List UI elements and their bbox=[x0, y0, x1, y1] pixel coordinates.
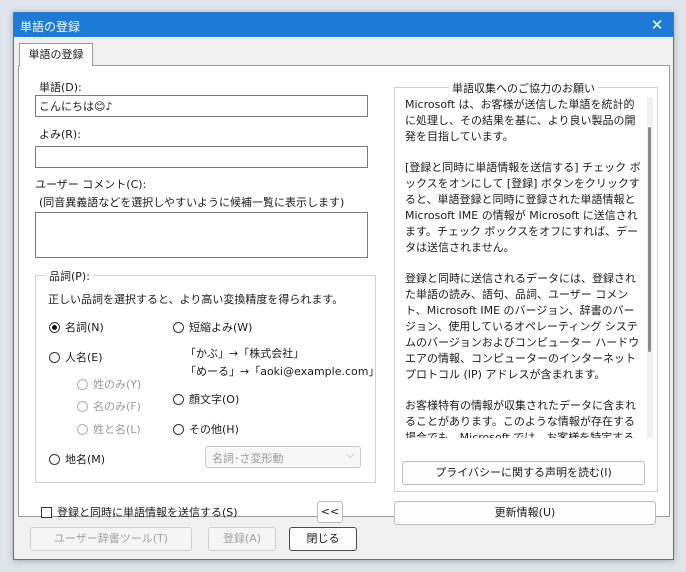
notice-scrollbar[interactable] bbox=[647, 97, 653, 438]
radio-other[interactable]: その他(H) bbox=[173, 421, 239, 437]
send-word-checkbox-label: 登録と同時に単語情報を送信する(S) bbox=[57, 506, 238, 519]
notice-paragraph: お客様特有の情報が収集されたデータに含まれることがあります。このような情報が存在… bbox=[405, 399, 636, 438]
tab-register-word[interactable]: 単語の登録 bbox=[19, 43, 93, 66]
radio-emoticon-label: 顔文字(O) bbox=[189, 393, 240, 406]
reading-input[interactable] bbox=[35, 146, 368, 168]
radio-other-label: その他(H) bbox=[189, 423, 239, 436]
notice-text: Microsoft は、お客様が送信した単語を統計的に処理し、その結果を基に、よ… bbox=[405, 97, 643, 438]
radio-noun-label: 名詞(N) bbox=[65, 321, 104, 334]
pos-description: 正しい品詞を選択すると、より高い変換精度を得られます。 bbox=[48, 293, 344, 306]
radio-place-label: 地名(M) bbox=[65, 453, 106, 466]
scrollbar-thumb[interactable] bbox=[648, 127, 651, 352]
send-word-checkbox[interactable]: 登録と同時に単語情報を送信する(S) bbox=[41, 504, 238, 520]
user-dictionary-tool-button[interactable]: ユーザー辞書ツール(T) bbox=[30, 527, 192, 551]
comment-hint: (同音異義語などを選択しやすいように候補一覧に表示します) bbox=[39, 196, 345, 209]
radio-noun[interactable]: 名詞(N) bbox=[49, 319, 104, 335]
radio-icon bbox=[49, 351, 60, 363]
radio-person[interactable]: 人名(E) bbox=[49, 349, 103, 365]
other-pos-select[interactable]: 名詞･さ変形動 ⌵ bbox=[205, 446, 361, 468]
word-label: 単語(D): bbox=[39, 81, 82, 94]
radio-abbreviation[interactable]: 短縮よみ(W) bbox=[173, 319, 252, 335]
close-icon[interactable]: ✕ bbox=[645, 15, 669, 35]
notice-legend: 単語収集へのご協力のお願い bbox=[449, 80, 598, 96]
radio-icon bbox=[77, 400, 88, 412]
register-word-dialog: 単語の登録 ✕ 単語の登録 単語(D): こんにちは😊♪ よみ(R): ユーザー… bbox=[13, 12, 674, 560]
notice-paragraph: [登録と同時に単語情報を送信する] チェック ボックスをオンにして [登録] ボ… bbox=[405, 161, 641, 254]
radio-emoticon[interactable]: 顔文字(O) bbox=[173, 391, 239, 407]
chevron-down-icon: ⌵ bbox=[346, 450, 354, 461]
checkbox-icon bbox=[41, 506, 52, 518]
radio-selected-icon bbox=[49, 321, 60, 333]
radio-icon bbox=[173, 393, 184, 405]
radio-icon bbox=[77, 423, 88, 435]
radio-place[interactable]: 地名(M) bbox=[49, 451, 105, 467]
radio-surname-label: 姓のみ(Y) bbox=[93, 378, 142, 391]
radio-abbreviation-label: 短縮よみ(W) bbox=[189, 321, 253, 334]
reading-label: よみ(R): bbox=[39, 128, 81, 141]
notice-paragraph: 登録と同時に送信されるデータには、登録された単語の読み、語句、品詞、ユーザー コ… bbox=[405, 272, 640, 381]
radio-icon bbox=[49, 453, 60, 465]
close-button[interactable]: 閉じる bbox=[289, 527, 357, 551]
comment-label: ユーザー コメント(C): bbox=[35, 178, 147, 191]
register-button[interactable]: 登録(A) bbox=[208, 527, 276, 551]
pos-legend: 品詞(P): bbox=[46, 268, 93, 284]
radio-fullname-label: 姓と名(L) bbox=[93, 423, 141, 436]
radio-givenname-label: 名のみ(F) bbox=[93, 400, 141, 413]
tab-panel: 単語(D): こんにちは😊♪ よみ(R): ユーザー コメント(C): (同音異… bbox=[18, 65, 670, 525]
notice-paragraph: Microsoft は、お客様が送信した単語を統計的に処理し、その結果を基に、よ… bbox=[405, 98, 636, 143]
abbreviation-example-1: 「かぶ」→「株式会社」 bbox=[185, 347, 305, 360]
collapse-panel-button[interactable]: << bbox=[317, 501, 343, 523]
abbreviation-example-2: 「めーる」→「aoki@example.com」 bbox=[185, 365, 380, 378]
radio-surname[interactable]: 姓のみ(Y) bbox=[77, 376, 141, 392]
privacy-statement-button[interactable]: プライバシーに関する声明を読む(I) bbox=[402, 461, 645, 485]
radio-givenname[interactable]: 名のみ(F) bbox=[77, 398, 141, 414]
update-info-button[interactable]: 更新情報(U) bbox=[394, 501, 656, 525]
comment-input[interactable] bbox=[35, 212, 368, 258]
radio-icon bbox=[173, 321, 184, 333]
title-bar[interactable]: 単語の登録 ✕ bbox=[14, 13, 673, 37]
radio-icon bbox=[173, 423, 184, 435]
word-input[interactable]: こんにちは😊♪ bbox=[35, 95, 368, 117]
radio-icon bbox=[77, 378, 88, 390]
other-pos-select-value: 名詞･さ変形動 bbox=[212, 452, 284, 465]
radio-fullname[interactable]: 姓と名(L) bbox=[77, 421, 141, 437]
window-title: 単語の登録 bbox=[20, 20, 81, 34]
radio-person-label: 人名(E) bbox=[65, 351, 103, 364]
